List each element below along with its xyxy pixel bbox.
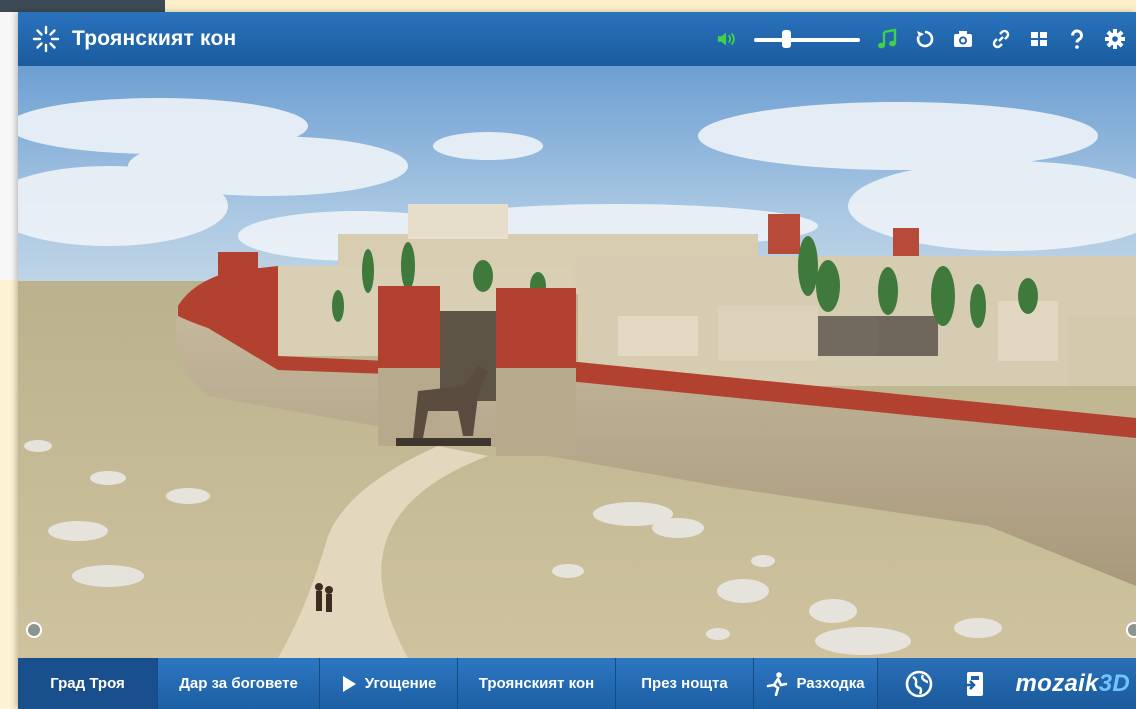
- title-bar: Троянският кон: [18, 12, 1136, 66]
- tab-dar-za-bogovete[interactable]: Дар за боговете: [158, 658, 320, 709]
- play-icon: [341, 675, 357, 693]
- window-title: Троянският кон: [72, 27, 237, 50]
- scene-nav-dot-left[interactable]: [26, 622, 42, 638]
- camera-icon[interactable]: [952, 28, 974, 50]
- tab-ugoshtenie[interactable]: Угощение: [320, 658, 458, 709]
- volume-slider-track: [754, 38, 860, 42]
- scene-viewport[interactable]: [18, 66, 1136, 658]
- brand-logo: mozaik3D: [1016, 670, 1130, 698]
- tab-grad-troya[interactable]: Град Троя: [18, 658, 158, 709]
- tab-razhodka[interactable]: Разходка: [754, 658, 878, 709]
- volume-slider-thumb[interactable]: [781, 30, 791, 48]
- globe-icon[interactable]: [904, 669, 934, 699]
- tab-troyanskiyat-kon[interactable]: Троянският кон: [458, 658, 616, 709]
- loading-sparkle-icon: [32, 25, 60, 53]
- toolbar: [716, 12, 1126, 66]
- help-icon[interactable]: [1066, 28, 1088, 50]
- gear-icon[interactable]: [1104, 28, 1126, 50]
- background-thumbnail: [0, 0, 165, 12]
- scene-nav-dot-right[interactable]: [1126, 622, 1136, 638]
- tab-label: Троянският кон: [478, 675, 595, 692]
- volume-slider[interactable]: [754, 28, 860, 50]
- tab-label: Разходка: [796, 675, 865, 692]
- tab-label: Град Троя: [50, 675, 125, 692]
- tab-label: Дар за боговете: [179, 675, 298, 692]
- rotate-icon[interactable]: [914, 28, 936, 50]
- brand-accent: 3D: [1098, 669, 1130, 697]
- tab-label: Угощение: [364, 675, 437, 692]
- tab-prez-noshtta[interactable]: През нощта: [616, 658, 754, 709]
- music-note-icon[interactable]: [876, 28, 898, 50]
- link-icon[interactable]: [990, 28, 1012, 50]
- bottom-right-controls: mozaik3D: [878, 658, 1136, 709]
- player-window: Троянският кон Град Троя Дар за боговете…: [18, 12, 1136, 709]
- tab-label: През нощта: [641, 675, 728, 692]
- exit-icon[interactable]: [960, 669, 990, 699]
- walking-person-icon: [766, 671, 788, 696]
- scene-bar: Град Троя Дар за боговете Угощение Троян…: [18, 658, 1136, 709]
- grid-icon[interactable]: [1028, 28, 1050, 50]
- brand-main: mozaik: [1015, 669, 1099, 697]
- speaker-icon[interactable]: [716, 28, 738, 50]
